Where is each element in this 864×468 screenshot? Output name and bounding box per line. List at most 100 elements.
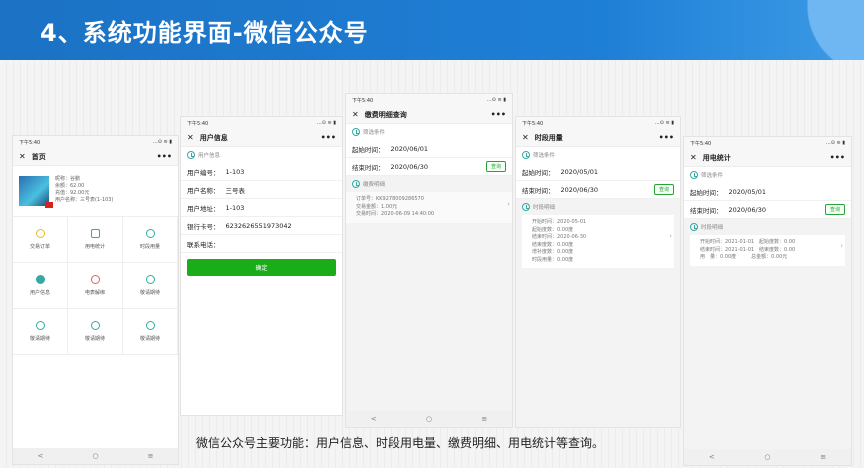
end-time-label: 结束时间： [522, 186, 555, 195]
start-time-row[interactable]: 起始时间： 2020/06/01 [346, 140, 512, 158]
screen-title: 缴费明细查询 [364, 110, 407, 119]
start-time-value[interactable]: 2020/05/01 [561, 168, 598, 176]
grid-item-stats[interactable]: 用电统计 [68, 217, 123, 263]
grid-item-coming[interactable]: 敬请期待 [123, 263, 178, 309]
section-label: 筛选条件 [363, 130, 386, 136]
deposit: 充值：92.00元 [55, 190, 90, 196]
home-button[interactable]: ○ [92, 452, 98, 460]
field-value: 6232626551973042 [225, 221, 292, 230]
phone-stats: 下午5:40 ...⊙ ≋ ▮ ✕ 用电统计 ••• 筛选条件 起始时间： 2020/0… [683, 136, 852, 466]
start-time-value[interactable]: 2020/06/01 [391, 145, 428, 153]
trade-time: 交易时间：2020-06-09 14:40:00 [356, 211, 435, 217]
stats-record[interactable]: 开始时间：2021-01-01 起始度数：0.00 结束时间：2021-01-0… [690, 235, 845, 266]
payment-record[interactable]: 订单号：KK9278009286570 交易金额：1.00元 交易时间：2020… [346, 192, 512, 223]
more-icon[interactable]: ••• [157, 152, 172, 161]
field-bank-card: 银行卡号： 6232626551973042 [181, 217, 342, 235]
close-icon[interactable]: ✕ [522, 133, 529, 142]
section-header: 用户信息 [181, 147, 342, 163]
clock-icon [90, 321, 100, 330]
title-bar: ✕ 时段用量 ••• [516, 129, 680, 147]
more-icon[interactable]: ••• [321, 133, 336, 142]
query-button[interactable]: 查询 [824, 204, 845, 215]
start-time-value[interactable]: 2020/05/01 [729, 188, 766, 196]
grid-item-coming[interactable]: 敬请期待 [123, 309, 178, 355]
confirm-button[interactable]: 确定 [187, 259, 336, 276]
query-button[interactable]: 查询 [485, 161, 506, 172]
grid-label: 敬请期待 [84, 336, 105, 342]
status-bar: 下午5:40 ...⊙ ≋ ▮ [13, 136, 178, 148]
detail-line: 结束时间：2021-01-01 结束度数：0.00 [700, 246, 796, 253]
home-button[interactable]: ○ [426, 415, 432, 423]
phone-payment: 下午5:40 ...⊙ ≋ ▮ ✕ 缴费明细查询 ••• 筛选条件 起始时间： 2020… [345, 93, 513, 428]
grid-item-unbind[interactable]: 电表解绑 [68, 263, 123, 309]
field-label: 用户名称： [187, 186, 220, 195]
status-icons: ...⊙ ≋ ▮ [486, 97, 506, 103]
start-time-row[interactable]: 起始时间： 2020/05/01 [516, 163, 680, 181]
query-button[interactable]: 查询 [653, 184, 674, 195]
field-phone[interactable]: 联系电话： [181, 235, 342, 253]
grid-item-coming[interactable]: 敬请期待 [68, 309, 123, 355]
grid-label: 敬请期待 [139, 290, 160, 296]
screen-title: 时段用量 [534, 133, 563, 142]
page-title: 4、系统功能界面-微信公众号 [40, 19, 369, 47]
chevron-right-icon: › [840, 242, 843, 250]
grid-label: 用电统计 [84, 244, 105, 250]
detail-line: 结束度数：0.00度 [532, 241, 574, 248]
field-value: 1-103 [225, 203, 245, 212]
end-time-value[interactable]: 2020/06/30 [391, 163, 428, 171]
menu-button[interactable]: ≡ [820, 453, 826, 461]
end-time-row[interactable]: 结束时间： 2020/06/30 查询 [684, 201, 851, 219]
section-header: 筛选条件 [684, 167, 851, 183]
period-record[interactable]: 开始时间：2020-05-01 起始度数：0.00度 结束时间：2020-06-… [522, 215, 674, 268]
home-button[interactable]: ○ [764, 453, 770, 461]
end-time-row[interactable]: 结束时间： 2020/06/30 查询 [346, 158, 512, 176]
close-icon[interactable]: ✕ [19, 152, 26, 161]
end-time-value[interactable]: 2020/06/30 [729, 206, 766, 214]
menu-button[interactable]: ≡ [481, 415, 487, 423]
clock-icon [187, 151, 195, 159]
status-icons: ...⊙ ≋ ▮ [316, 120, 336, 126]
balance: 余额：62.00 [55, 183, 85, 189]
close-icon[interactable]: ✕ [187, 133, 194, 142]
back-button[interactable]: < [371, 415, 377, 423]
back-button[interactable]: < [709, 453, 715, 461]
chat-icon [90, 229, 100, 238]
avatar [19, 176, 53, 208]
detail-line: 时段用量：0.00度 [532, 256, 574, 263]
nav-bar: < ○ ≡ [346, 411, 512, 427]
end-time-row[interactable]: 结束时间： 2020/06/30 查询 [516, 181, 680, 199]
section-label: 用户信息 [198, 153, 221, 159]
detail-line: 开始时间：2021-01-01 起始度数：0.00 [700, 239, 796, 245]
menu-button[interactable]: ≡ [148, 452, 154, 460]
clock-icon [690, 171, 698, 179]
detail-line: 结束时间：2020-06-30 [532, 234, 587, 240]
grid-item-period[interactable]: 时段用量 [123, 217, 178, 263]
status-icons: ...⊙ ≋ ▮ [654, 120, 674, 126]
more-icon[interactable]: ••• [659, 133, 674, 142]
nickname-value: 谷鹏 [70, 176, 81, 182]
clock-icon [35, 321, 45, 330]
grid-item-userinfo[interactable]: 用户信息 [13, 263, 68, 309]
close-icon[interactable]: ✕ [690, 153, 697, 162]
detail-line: 增补度数：0.00度 [532, 249, 574, 255]
phone-period: 下午5:40 ...⊙ ≋ ▮ ✕ 时段用量 ••• 筛选条件 起始时间： 2020/0… [515, 116, 681, 428]
clock-icon [352, 180, 360, 188]
field-value: 三号表 [225, 186, 246, 195]
end-time-value[interactable]: 2020/06/30 [561, 186, 598, 194]
start-time-row[interactable]: 起始时间： 2020/05/01 [684, 183, 851, 201]
nickname-label: 昵称： [55, 176, 71, 182]
profile-card: 昵称：谷鹏 余额：62.00 充值：92.00元 用户名称：三号表(1-103) [13, 166, 178, 216]
section-header: 筛选条件 [516, 147, 680, 163]
more-icon[interactable]: ••• [830, 153, 845, 162]
amount: 交易金额：1.00元 [356, 203, 398, 210]
more-icon[interactable]: ••• [491, 110, 506, 119]
back-button[interactable]: < [38, 452, 44, 460]
section-label: 时段明细 [533, 205, 556, 211]
nav-bar: < ○ ≡ [684, 449, 851, 465]
grid-item-orders[interactable]: 交易订单 [13, 217, 68, 263]
close-icon[interactable]: ✕ [352, 110, 359, 119]
clock-icon [522, 203, 530, 211]
section-header: 缴费明细 [346, 176, 512, 192]
grid-item-coming[interactable]: 敬请期待 [13, 309, 68, 355]
grid-label: 用户信息 [29, 290, 50, 296]
